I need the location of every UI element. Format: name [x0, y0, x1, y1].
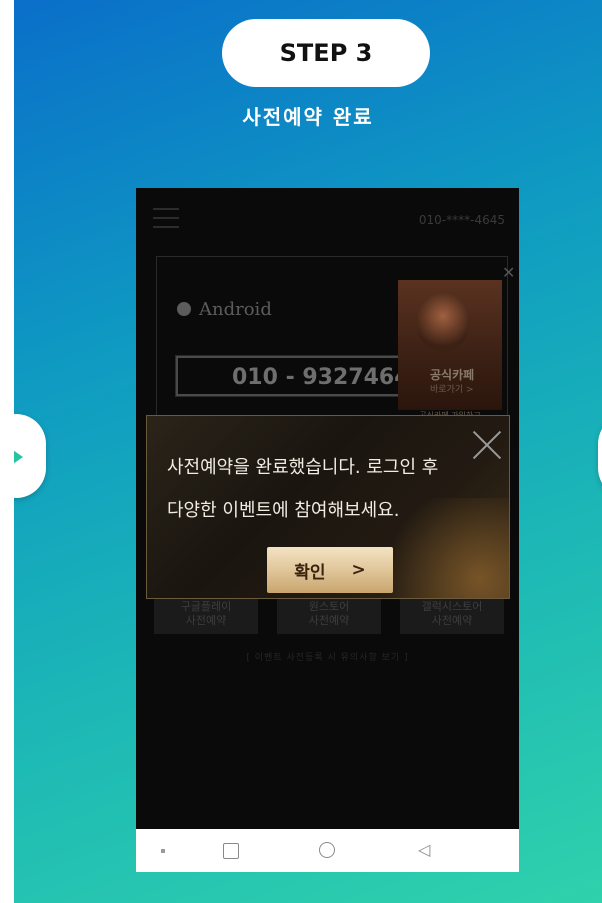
cafe-title: 공식카페 — [430, 368, 475, 382]
store-button-bottom: 사전예약 — [185, 614, 227, 627]
store-button-top: 구글플레이 — [180, 600, 232, 613]
panel-close-icon[interactable]: ✕ — [502, 263, 515, 282]
menu-icon[interactable] — [153, 208, 179, 230]
step-label: STEP 3 — [279, 39, 373, 67]
dialog-message: 사전예약을 완료했습니다. 로그인 후 다양한 이벤트에 참여해보세요. — [167, 446, 497, 532]
phone-screenshot: 010-****-4645 ✕ Android 010 - 9327464 공식… — [136, 188, 519, 872]
chevron-right-icon: > — [351, 560, 366, 580]
recent-apps-icon[interactable] — [223, 843, 239, 859]
dialog-line-1: 사전예약을 완료했습니다. 로그인 후 — [167, 457, 439, 478]
store-button-bottom: 사전예약 — [308, 614, 350, 627]
official-cafe-banner[interactable]: 공식카페 바로가기 > — [398, 280, 502, 410]
notice-link[interactable]: [ 이벤트 사전등록 시 유의사항 보기 ] — [136, 650, 519, 663]
home-icon[interactable] — [319, 842, 335, 858]
cafe-subtitle: 바로가기 > — [430, 385, 474, 395]
confirm-label: 확인 — [294, 562, 326, 583]
tutorial-stage: STEP 3 사전예약 완료 010-****-4645 ✕ Android 0… — [14, 0, 602, 903]
masked-phone-number: 010-****-4645 — [418, 213, 505, 227]
confirm-button[interactable]: 확인 > — [267, 547, 393, 593]
character-art — [418, 292, 468, 352]
store-button-bottom: 사전예약 — [431, 614, 473, 627]
next-slide-button[interactable] — [598, 414, 602, 498]
radio-dot-icon — [177, 302, 191, 316]
play-left-icon — [14, 450, 23, 464]
menu-dot-icon[interactable] — [161, 849, 165, 853]
platform-label: Android — [199, 299, 272, 320]
step-badge: STEP 3 — [222, 19, 430, 87]
platform-radio-android[interactable]: Android — [177, 299, 272, 320]
store-button-top: 원스토어 — [308, 600, 350, 613]
dialog-line-2: 다양한 이벤트에 참여해보세요. — [167, 500, 400, 521]
android-navigation-bar: ◁ — [136, 829, 519, 872]
prev-slide-button[interactable] — [14, 414, 46, 498]
completion-dialog: 사전예약을 완료했습니다. 로그인 후 다양한 이벤트에 참여해보세요. 확인 … — [146, 415, 510, 599]
back-icon[interactable]: ◁ — [418, 841, 430, 859]
store-button-top: 갤럭시스토어 — [421, 600, 483, 613]
step-title: 사전예약 완료 — [242, 105, 374, 129]
phone-number-input[interactable]: 010 - 9327464 — [175, 355, 427, 397]
